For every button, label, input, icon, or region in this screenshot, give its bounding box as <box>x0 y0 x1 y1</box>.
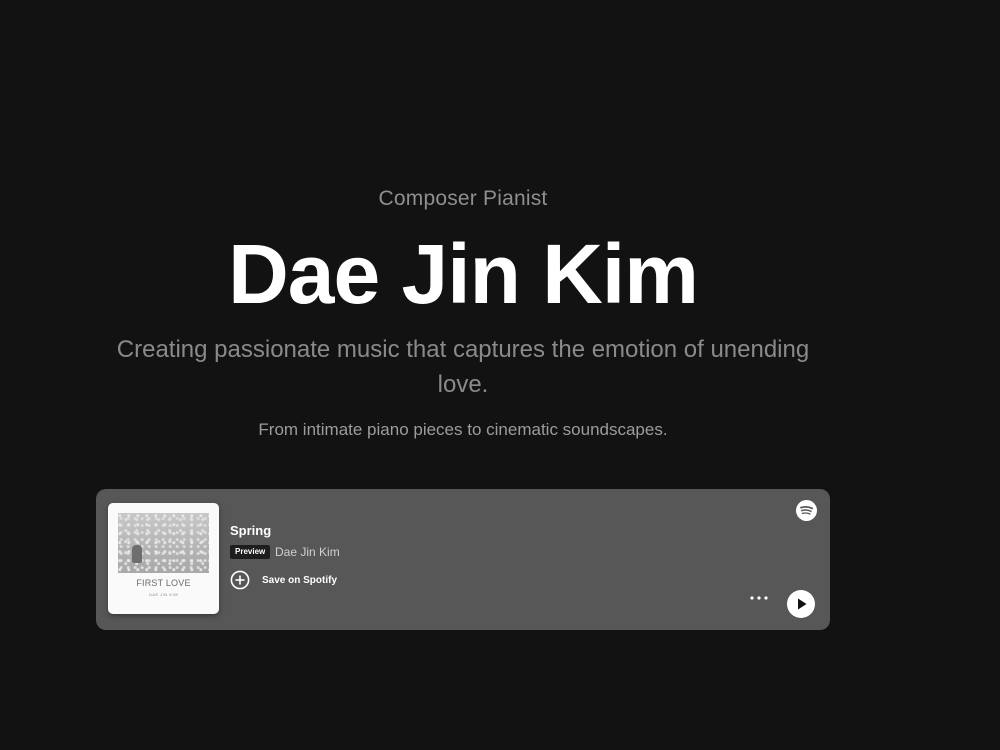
spotify-icon[interactable] <box>796 500 817 521</box>
save-on-spotify-label: Save on Spotify <box>262 574 338 586</box>
spotify-embed-player: FIRST LOVE DAE JIN KIM Spring Preview Da… <box>96 489 830 630</box>
plus-circle-icon <box>230 570 250 590</box>
hero-subtext: From intimate piano pieces to cinematic … <box>258 420 668 439</box>
track-artist[interactable]: Dae Jin Kim <box>275 545 340 560</box>
album-art[interactable]: FIRST LOVE DAE JIN KIM <box>108 503 219 614</box>
play-icon <box>798 598 807 610</box>
play-button[interactable] <box>787 590 815 618</box>
album-art-title: FIRST LOVE <box>136 578 191 588</box>
hero-tagline: Creating passionate music that captures … <box>116 336 810 398</box>
album-art-artist: DAE JIN KIM <box>148 592 179 597</box>
hero-title: Dae Jin Kim <box>228 227 699 321</box>
hero-kicker: Composer Pianist <box>378 187 548 210</box>
album-art-figure <box>132 545 142 563</box>
save-on-spotify-button[interactable]: Save on Spotify <box>230 569 337 591</box>
more-horizontal-icon[interactable] <box>748 593 770 603</box>
preview-badge: Preview <box>230 545 271 559</box>
track-title[interactable]: Spring <box>230 523 271 538</box>
album-art-photo <box>118 513 209 573</box>
